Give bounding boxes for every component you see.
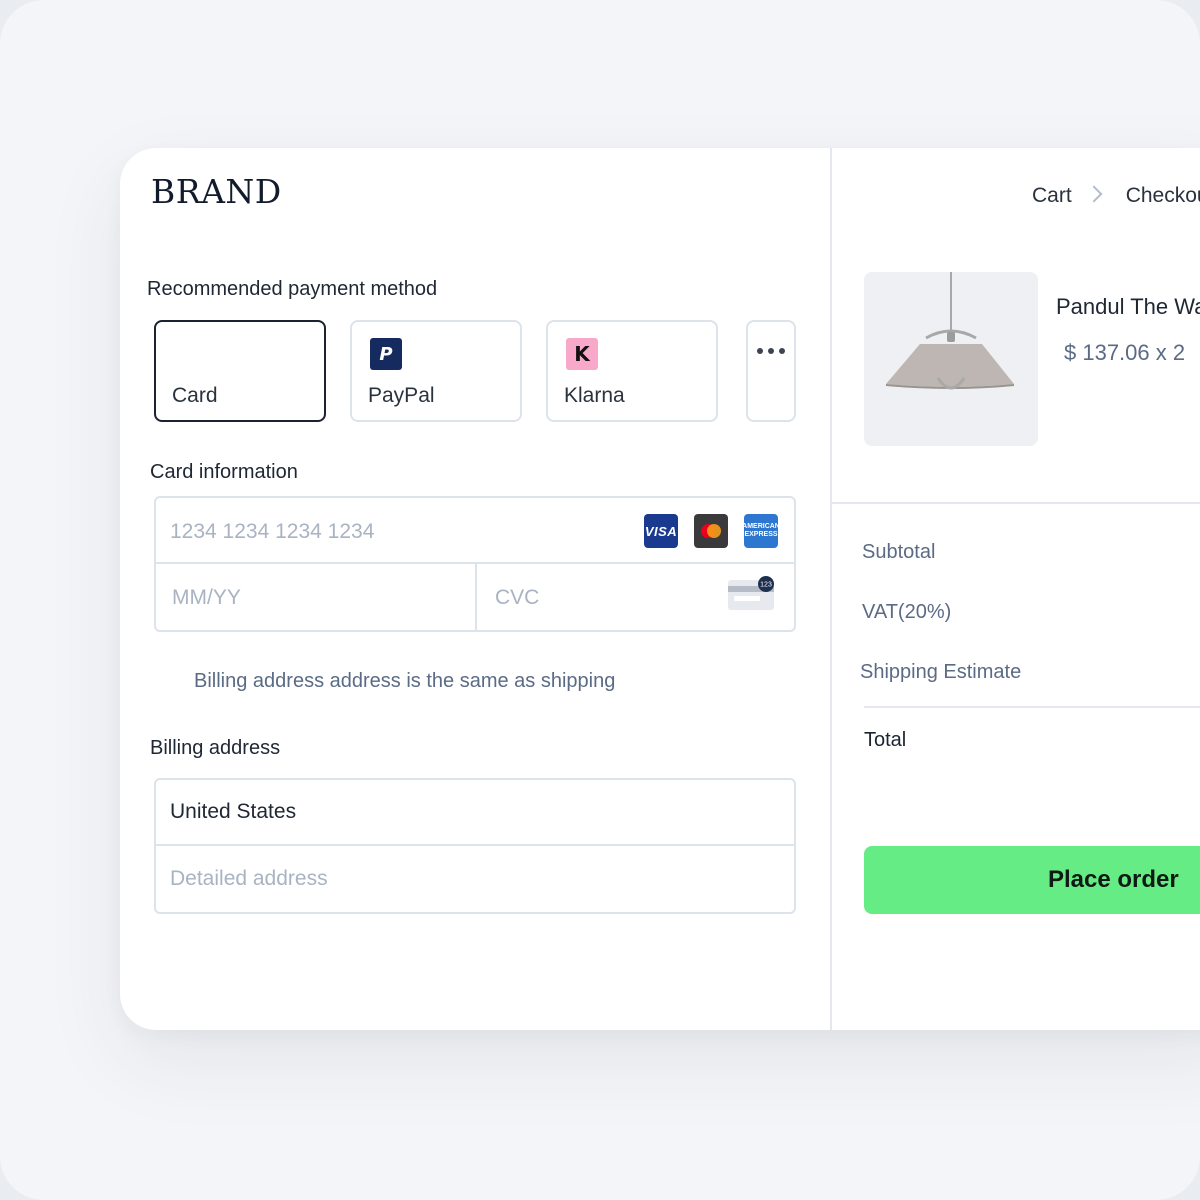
payment-method-klarna-label: Klarna <box>564 384 625 407</box>
country-select[interactable]: United States <box>156 780 794 846</box>
country-value: United States <box>170 800 297 823</box>
total-label: Total <box>864 729 907 751</box>
detailed-address-field[interactable]: Detailed address <box>156 848 794 912</box>
card-field-separator <box>475 564 477 630</box>
card-information-group: 1234 1234 1234 1234 VISA AMERICAN EXPRES… <box>154 496 796 632</box>
billing-address-label: Billing address <box>150 737 281 759</box>
payment-section: BRAND Recommended payment method Card P … <box>120 148 830 1030</box>
card-information-label: Card information <box>150 461 298 483</box>
visa-icon: VISA <box>644 514 678 548</box>
payment-method-label: Recommended payment method <box>147 278 438 300</box>
product-name: Pandul The Wall Lamp <box>1056 294 1200 319</box>
breadcrumb-cart[interactable]: Cart <box>1032 184 1072 208</box>
cvc-field[interactable]: CVC 123 <box>477 564 794 630</box>
cvc-card-icon: 123 <box>728 576 774 610</box>
more-horizontal-icon <box>757 348 763 354</box>
subtotal-label: Subtotal <box>862 541 936 563</box>
cvc-badge-text: 123 <box>760 582 772 589</box>
payment-method-card-label: Card <box>172 384 218 407</box>
vat-label: VAT(20%) <box>862 601 952 623</box>
brand-logo: BRAND <box>151 172 282 211</box>
place-order-label: Place order <box>1048 866 1179 893</box>
pendant-lamp-image <box>886 272 1014 390</box>
billing-address-group: United States Detailed address <box>154 778 796 914</box>
breadcrumb-checkout[interactable]: Checkout <box>1126 184 1200 208</box>
product-image <box>864 272 1038 446</box>
cvc-placeholder: CVC <box>495 586 540 609</box>
mastercard-icon <box>694 514 728 548</box>
page-background: BRAND Recommended payment method Card P … <box>0 0 1200 1200</box>
card-number-field[interactable]: 1234 1234 1234 1234 VISA AMERICAN EXPRES… <box>156 498 794 564</box>
paypal-icon: P <box>370 338 402 370</box>
billing-same-as-shipping[interactable]: Billing address address is the same as s… <box>194 670 615 693</box>
expiry-field[interactable]: MM/YY <box>156 564 475 630</box>
card-number-placeholder: 1234 1234 1234 1234 <box>170 520 375 543</box>
payment-method-paypal[interactable]: P PayPal <box>350 320 522 422</box>
payment-method-paypal-label: PayPal <box>368 384 435 407</box>
detailed-address-placeholder: Detailed address <box>170 867 328 890</box>
shipping-estimate-label: Shipping Estimate <box>860 661 1022 683</box>
order-summary: Cart Checkout Pandul The Wall Lamp $ 137.… <box>832 148 1200 1030</box>
place-order-button[interactable]: Place order <box>864 846 1200 914</box>
more-payment-methods-button[interactable] <box>746 320 796 422</box>
breadcrumb: Cart Checkout <box>1032 184 1200 208</box>
klarna-icon: K <box>566 338 598 370</box>
checkout-panel: BRAND Recommended payment method Card P … <box>120 148 1200 1030</box>
more-horizontal-icon-dot <box>779 348 785 354</box>
more-horizontal-icon-dot <box>768 348 774 354</box>
chevron-right-icon <box>1085 185 1103 203</box>
expiry-placeholder: MM/YY <box>172 586 241 609</box>
summary-divider <box>832 502 1200 504</box>
product-price: $ 137.06 x 2 <box>1064 340 1186 365</box>
card-brands: VISA AMERICAN EXPRESS <box>644 514 780 548</box>
payment-method-klarna[interactable]: K Klarna <box>546 320 718 422</box>
payment-method-card[interactable]: Card <box>154 320 326 422</box>
total-divider <box>864 706 1200 708</box>
amex-icon: AMERICAN EXPRESS <box>742 514 780 548</box>
